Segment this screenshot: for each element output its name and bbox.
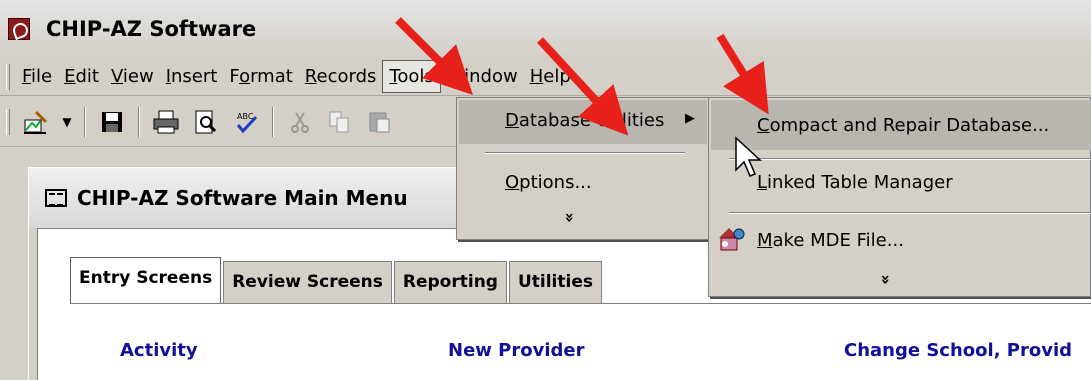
- change-school-label[interactable]: Change School, Provid: [844, 340, 1072, 361]
- app-title: CHIP-AZ Software: [46, 17, 257, 41]
- tab-reporting[interactable]: Reporting: [393, 261, 507, 303]
- spelling-icon[interactable]: ABC: [230, 106, 262, 138]
- tab-divider: [70, 303, 1091, 304]
- cut-icon[interactable]: [284, 106, 316, 138]
- menu-separator: [729, 158, 1091, 160]
- menu-item-make-mde[interactable]: Make MDE File...: [757, 230, 904, 251]
- menu-insert[interactable]: Insert: [160, 61, 224, 92]
- menu-format[interactable]: Format: [223, 61, 298, 92]
- menu-edit[interactable]: Edit: [58, 61, 105, 92]
- menu-item-options[interactable]: Options...: [505, 172, 592, 193]
- activity-label[interactable]: Activity: [120, 340, 198, 361]
- tab-review-screens[interactable]: Review Screens: [223, 261, 392, 303]
- submenu-arrow-icon: ▶: [685, 111, 695, 126]
- menu-separator: [485, 152, 685, 154]
- menu-view[interactable]: View: [105, 61, 160, 92]
- menubar-grip[interactable]: [6, 63, 10, 90]
- new-provider-label[interactable]: New Provider: [448, 340, 584, 361]
- toolbar-separator: [84, 106, 86, 137]
- expand-chevron-icon[interactable]: »: [877, 274, 896, 284]
- menu-bar: File Edit View Insert Format Records Too…: [0, 58, 1091, 96]
- menu-window[interactable]: Window: [441, 61, 524, 92]
- copy-icon[interactable]: [324, 106, 356, 138]
- paste-icon[interactable]: [364, 106, 396, 138]
- print-preview-icon[interactable]: [190, 106, 222, 138]
- menu-records[interactable]: Records: [299, 61, 383, 92]
- tools-menu: Database Utilities ▶ Options... »: [456, 97, 710, 240]
- tab-utilities[interactable]: Utilities: [508, 261, 602, 303]
- menu-separator: [729, 212, 1091, 214]
- print-icon[interactable]: [150, 106, 182, 138]
- menu-item-linked-table-manager[interactable]: Linked Table Manager: [757, 172, 953, 193]
- app-key-icon: [8, 18, 30, 40]
- menu-item-compact-repair[interactable]: Compact and Repair Database...: [757, 115, 1049, 136]
- design-view-icon[interactable]: [20, 106, 52, 138]
- make-mde-icon: [713, 224, 747, 252]
- tab-strip: Entry Screens Review Screens Reporting U…: [70, 257, 604, 303]
- menu-file[interactable]: File: [16, 61, 58, 92]
- svg-text:ABC: ABC: [237, 112, 254, 121]
- toolbar-grip[interactable]: [6, 108, 10, 135]
- menu-item-database-utilities[interactable]: Database Utilities: [505, 110, 664, 131]
- toolbar-separator: [138, 106, 140, 137]
- form-icon: [45, 189, 67, 207]
- menu-help[interactable]: Help: [524, 61, 577, 92]
- app-title-bar: CHIP-AZ Software: [0, 0, 1091, 58]
- dropdown-arrow-icon[interactable]: ▼: [60, 106, 74, 138]
- menu-tools[interactable]: Tools: [382, 60, 441, 93]
- database-utilities-menu: Compact and Repair Database... Linked Ta…: [708, 97, 1091, 297]
- expand-chevron-icon[interactable]: »: [561, 212, 580, 222]
- tab-entry-screens[interactable]: Entry Screens: [70, 257, 222, 303]
- main-menu-title: CHIP-AZ Software Main Menu: [77, 186, 408, 210]
- save-icon[interactable]: [96, 106, 128, 138]
- toolbar-separator: [272, 106, 274, 137]
